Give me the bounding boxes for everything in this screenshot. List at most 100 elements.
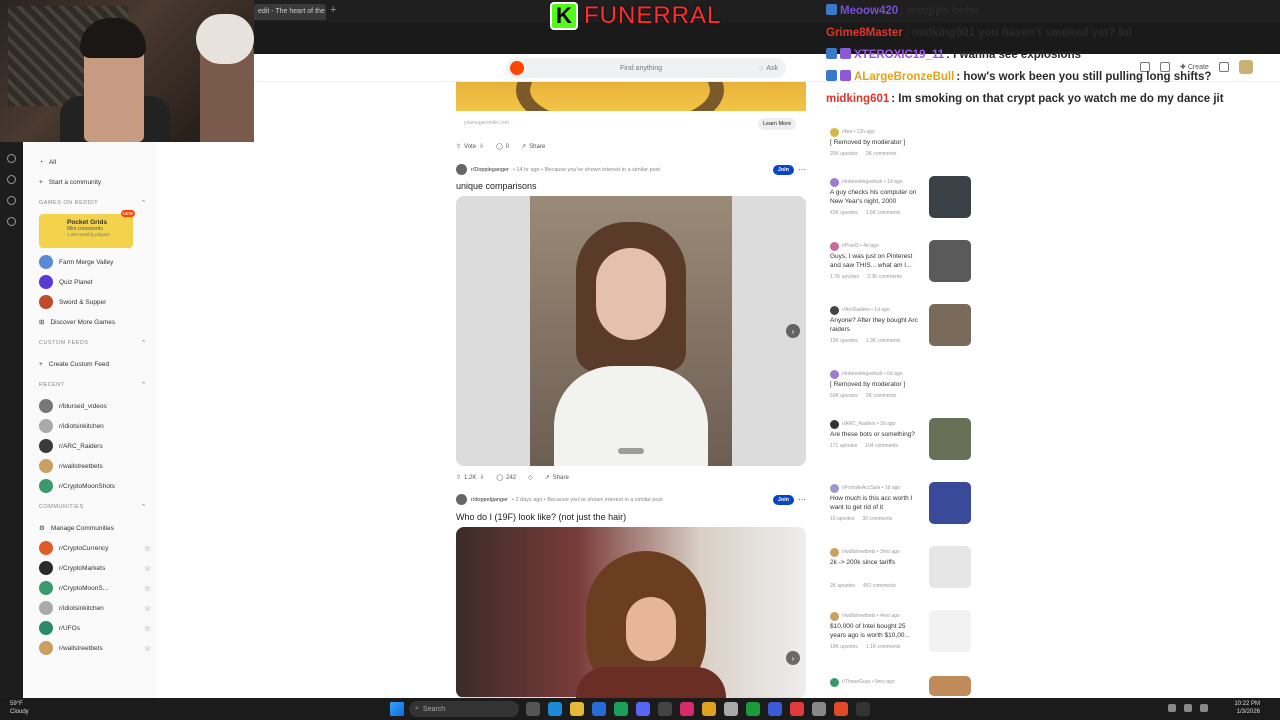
post-title[interactable]: Who do I (19F) look like? (not just the … [456,512,626,522]
star-icon[interactable]: ☆ [144,564,151,573]
join-button[interactable]: Join [772,494,794,505]
recent-post[interactable]: r/ArcRaiders • 1d ago Anyone? After they… [830,304,980,346]
chevron-up-icon[interactable] [1168,704,1176,712]
ad-image[interactable] [456,82,806,111]
app-icon[interactable] [614,702,628,716]
recent-post[interactable]: r/ARC_Raiders • 2d ago Are these bots or… [830,418,980,460]
recent-post[interactable]: r/tea • 12h ago [ Removed by moderator ]… [830,126,980,157]
weather-widget[interactable]: 59°F Cloudy [10,700,29,716]
volume-icon[interactable] [1200,704,1208,712]
recent-post[interactable]: r/wallstreetbets • 4mo ago $10,000 of In… [830,610,980,652]
game-card-pocket-grids[interactable]: NEW Pocket Grids Mini crosswords 1.2M mo… [39,210,135,248]
recent-post[interactable]: r/TheseGuys • 5mo ago [830,676,980,696]
app-icon[interactable] [658,702,672,716]
sidebar-item-label: Quiz Planet [59,278,93,286]
post-title[interactable]: unique comparisons [456,181,537,191]
chevron-right-icon[interactable]: › [786,651,800,665]
subreddit-avatar[interactable] [456,164,467,175]
sidebar-item-game[interactable]: Quiz Planet [39,272,151,292]
sidebar-item-recent[interactable]: r/blursed_videos [39,396,151,416]
file-explorer-icon[interactable] [570,702,584,716]
post-image[interactable]: › [456,196,806,466]
sidebar-item-game[interactable]: Sword & Supper [39,292,151,312]
sidebar-item-community[interactable]: r/CryptoCurrency ☆ [39,538,151,558]
share-button[interactable]: ↗ Share [521,143,545,151]
section-heading-communities[interactable]: COMMUNITIES ⌃ [39,496,151,518]
section-heading-custom-feeds[interactable]: CUSTOM FEEDS ⌃ [39,332,151,354]
home-rail-icon[interactable] [7,154,16,163]
discord-icon[interactable] [636,702,650,716]
app-icon[interactable] [834,702,848,716]
task-view-icon[interactable] [526,702,540,716]
chrome-icon[interactable] [702,702,716,716]
comments-button[interactable]: ◯ 0 [496,143,509,151]
app-icon[interactable] [768,702,782,716]
app-icon[interactable] [856,702,870,716]
recent-post-sub: r/Pixel3 • 4d ago [842,243,879,249]
reddit-logo-icon[interactable] [510,61,524,75]
taskbar-search-input[interactable]: ⌕ Search [409,701,519,717]
sidebar-item-community[interactable]: r/UFOs ☆ [39,618,151,638]
clock-rail-icon[interactable] [7,175,16,184]
app-icon[interactable] [724,702,738,716]
new-tab-button[interactable]: + [330,4,336,16]
edge-icon[interactable] [548,702,562,716]
recent-post[interactable]: r/Pixel3 • 4d ago Guys, I was just on Pi… [830,240,980,282]
chevron-right-icon[interactable]: › [786,324,800,338]
sidebar-item-start-community[interactable]: + Start a community [39,172,151,192]
section-heading-recent[interactable]: RECENT ⌃ [39,374,151,396]
subreddit-name[interactable]: r/Doppleganger [471,167,509,173]
post-meta-text: • 14 hr ago • Because you've shown inter… [512,166,660,173]
sidebar-item-recent[interactable]: r/ARC_Raiders [39,436,151,456]
sidebar-item-community[interactable]: r/CryptoMarkets ☆ [39,558,151,578]
sidebar-item-recent[interactable]: r/CryptoMoonShots [39,476,151,496]
recent-post[interactable]: r/interestingasfuck • 1d ago A guy check… [830,176,980,218]
subreddit-avatar[interactable] [456,494,467,505]
sidebar-item-all[interactable]: ◔ All [39,152,151,172]
sidebar-item-community[interactable]: r/wallstreetbets ☆ [39,638,151,658]
windows-start-icon[interactable] [390,702,404,716]
sidebar-item-discover-games[interactable]: ⊞ Discover More Games [39,312,151,332]
star-icon[interactable]: ☆ [144,544,151,553]
learn-more-button[interactable]: Learn More [758,118,797,130]
browser-tab[interactable]: edit - The heart of the [254,4,326,20]
recent-post[interactable]: r/interestingasfuck • 6d ago [ Removed b… [830,368,980,399]
wifi-icon[interactable] [1184,704,1192,712]
recent-post[interactable]: r/wallstreetbets • 3mo ago 2k -> 200k si… [830,546,980,589]
taskbar-clock[interactable]: 10:22 PM 1/3/2026 [1234,700,1260,716]
sidebar-item-create-custom-feed[interactable]: + Create Custom Feed [39,354,151,374]
comments-button[interactable]: ◯ 242 [496,474,516,482]
send-rail-icon[interactable] [7,196,16,205]
sidebar-item-manage-communities[interactable]: ⚙ Manage Communities [39,518,151,538]
bluesky-icon[interactable] [592,702,606,716]
sidebar-item-community[interactable]: r/CryptoMoonS... ☆ [39,578,151,598]
app-icon[interactable] [812,702,826,716]
award-button[interactable]: ◇ [528,474,533,481]
vote-button[interactable]: ⇧ 1.2K ⇩ [456,474,484,482]
settings-rail-icon[interactable] [7,217,16,226]
post-image[interactable]: › [456,527,806,698]
search-input[interactable]: Find anything ◌ Ask [506,58,786,78]
ad-link[interactable]: yoursugarsmile.com [464,120,509,126]
carousel-dots[interactable] [618,448,644,454]
recent-post[interactable]: r/FortniteAccSale • 1d ago How much is t… [830,482,980,524]
star-icon[interactable]: ☆ [144,584,151,593]
share-button[interactable]: ↗ Share [545,474,569,482]
xbox-icon[interactable] [746,702,760,716]
sidebar-item-game[interactable]: Farm Merge Valley [39,252,151,272]
star-icon[interactable]: ☆ [144,624,151,633]
join-button[interactable]: Join [772,164,794,175]
star-icon[interactable]: ☆ [144,644,151,653]
more-options-icon[interactable]: ⋯ [798,165,806,174]
ask-button[interactable]: ◌ Ask [759,65,778,72]
sidebar-item-recent[interactable]: r/idiotsinkitchen [39,416,151,436]
app-icon[interactable] [790,702,804,716]
vote-button[interactable]: ⇧ Vote ⇩ [456,143,484,151]
sidebar-item-recent[interactable]: r/wallstreetbets [39,456,151,476]
star-icon[interactable]: ☆ [144,604,151,613]
app-icon[interactable] [680,702,694,716]
subreddit-name[interactable]: r/doppelganger [471,497,508,503]
more-options-icon[interactable]: ⋯ [798,495,806,504]
sidebar-item-community[interactable]: r/idiotsinkitchen ☆ [39,598,151,618]
subreddit-avatar [830,677,839,687]
